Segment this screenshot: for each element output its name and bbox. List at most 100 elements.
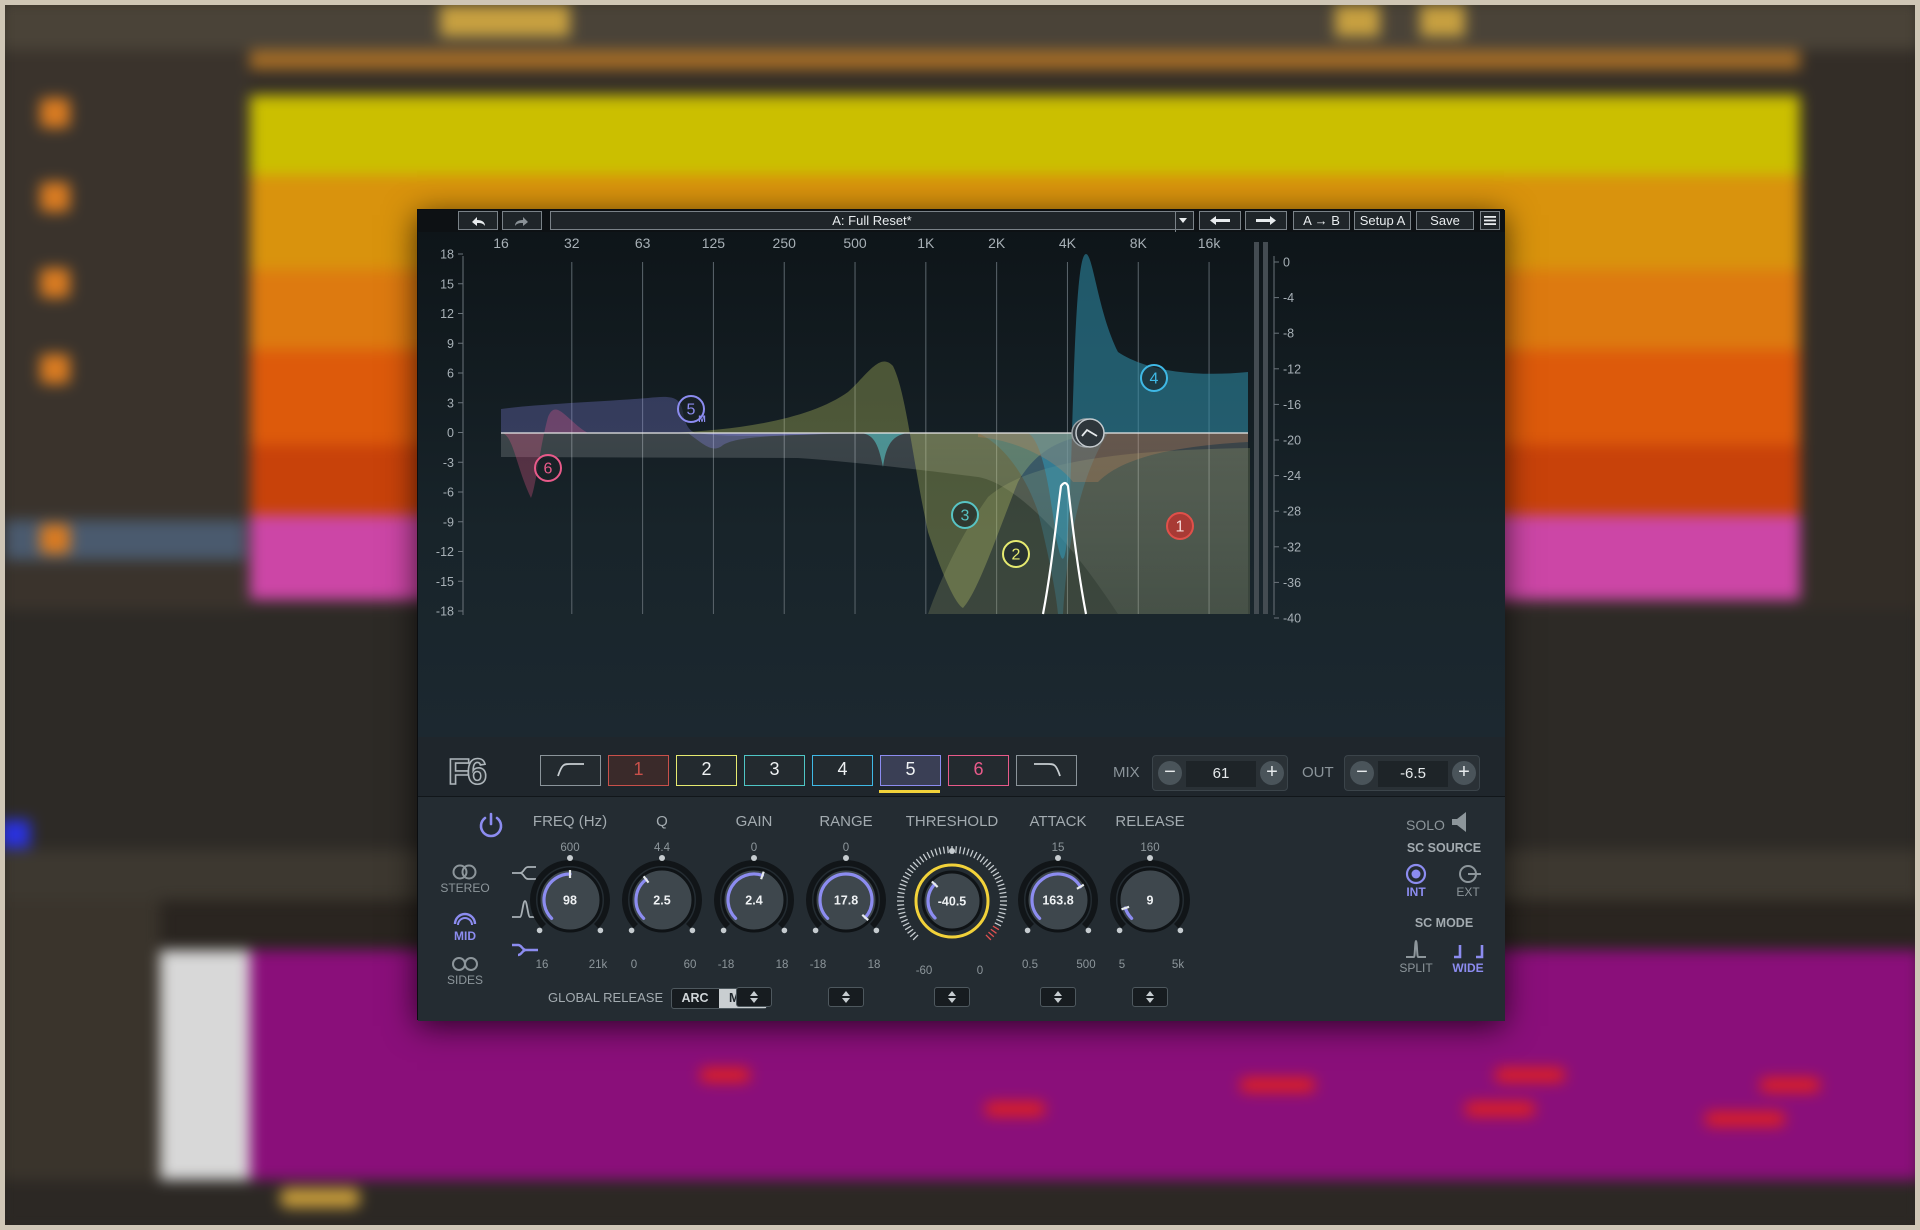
knob-max-dot bbox=[597, 927, 604, 934]
mode-stereo-label: STEREO bbox=[440, 881, 490, 895]
mode-mid[interactable]: MID bbox=[440, 910, 490, 946]
knob-threshold[interactable]: -40.5 bbox=[892, 841, 1012, 966]
setup-a-button[interactable]: Setup A bbox=[1354, 211, 1411, 230]
band-2-button[interactable]: 2 bbox=[676, 755, 737, 786]
dynamic-mode-stepper[interactable] bbox=[828, 987, 864, 1007]
high-cut-button[interactable] bbox=[1016, 755, 1077, 786]
sc-int-button[interactable]: INT bbox=[1396, 863, 1436, 903]
knob-min-dot bbox=[1024, 927, 1031, 934]
threshold-tick bbox=[999, 904, 1007, 906]
dyn-axis-label: -40 bbox=[1283, 612, 1301, 626]
threshold-tick bbox=[926, 851, 931, 859]
gain-axis-label: -12 bbox=[436, 545, 454, 559]
preset-dropdown-icon[interactable] bbox=[1175, 212, 1189, 233]
band-node-6[interactable]: 6 bbox=[534, 454, 562, 482]
undo-button[interactable] bbox=[458, 211, 498, 230]
threshold-tick bbox=[904, 925, 912, 931]
freq-axis-label: 250 bbox=[773, 235, 797, 251]
threshold-tick bbox=[990, 928, 997, 934]
dyn-axis-label: -28 bbox=[1283, 505, 1301, 519]
band-6-button[interactable]: 6 bbox=[948, 755, 1009, 786]
gain-axis-label: 9 bbox=[447, 337, 454, 351]
threshold-tick bbox=[898, 911, 906, 915]
sc-source-label: SC SOURCE bbox=[1406, 841, 1482, 855]
eq-curve-display[interactable]: 16 32 63 125 250 500 1K 2K 4K 8K 16k 1815129630-3-… bbox=[418, 232, 1505, 737]
dynamic-mode-stepper[interactable] bbox=[934, 987, 970, 1007]
out-decrease-button[interactable]: − bbox=[1350, 761, 1374, 785]
dynamic-mode-stepper[interactable] bbox=[736, 987, 772, 1007]
threshold-tick bbox=[966, 848, 970, 856]
mode-sides[interactable]: SIDES bbox=[440, 955, 490, 991]
threshold-tick bbox=[999, 891, 1007, 895]
preset-name: A: Full Reset* bbox=[832, 213, 912, 228]
band-node-4[interactable]: 4 bbox=[1140, 364, 1168, 392]
band-node-5[interactable]: 5M bbox=[677, 395, 706, 424]
knob-q[interactable]: 2.5 bbox=[612, 850, 712, 955]
preset-selector[interactable]: A: Full Reset* bbox=[550, 211, 1194, 233]
threshold-tick bbox=[999, 907, 1007, 911]
threshold-tick bbox=[997, 883, 1005, 887]
eq-graph[interactable]: 16 32 63 125 250 500 1K 2K 4K 8K 16k 18 15 12 9 6 3 0 -3-… bbox=[418, 232, 1505, 737]
out-value[interactable]: -6.5 bbox=[1378, 761, 1448, 787]
band-node-1-label: 1 bbox=[1176, 519, 1185, 536]
band-3-button[interactable]: 3 bbox=[744, 755, 805, 786]
sc-ext-button[interactable]: EXT bbox=[1448, 863, 1488, 903]
mode-stereo[interactable]: STEREO bbox=[440, 863, 490, 899]
threshold-tick bbox=[992, 925, 1000, 931]
daw-screen: A: Full Reset* A → B Setup A Save 16 32 … bbox=[0, 0, 1920, 1230]
band-1-button[interactable]: 1 bbox=[608, 755, 669, 786]
mix-decrease-button[interactable]: − bbox=[1158, 761, 1182, 785]
dynamic-mode-stepper[interactable] bbox=[1040, 987, 1076, 1007]
mix-stepper[interactable]: − 61 + bbox=[1152, 755, 1288, 791]
band-power-button[interactable] bbox=[476, 810, 506, 840]
band-node-cut-filter[interactable] bbox=[1071, 418, 1105, 448]
dyn-axis-label: -16 bbox=[1283, 398, 1301, 412]
sc-split-label: SPLIT bbox=[1399, 961, 1433, 975]
threshold-tick bbox=[969, 849, 974, 857]
knob-attack[interactable]: 163.8 bbox=[1008, 850, 1108, 955]
mid-ring-icon bbox=[453, 912, 477, 926]
a-to-b-button[interactable]: A → B bbox=[1293, 211, 1350, 230]
mix-increase-button[interactable]: + bbox=[1260, 761, 1284, 785]
arc-option[interactable]: ARC bbox=[672, 989, 718, 1008]
knob-min-label: -60 bbox=[915, 965, 933, 977]
dynamic-mode-stepper[interactable] bbox=[1132, 987, 1168, 1007]
knob-gain[interactable]: 2.4 bbox=[704, 850, 804, 955]
low-cut-button[interactable] bbox=[540, 755, 601, 786]
sc-ext-label: EXT bbox=[1456, 885, 1480, 899]
sc-wide-button[interactable]: WIDE bbox=[1448, 937, 1488, 977]
ext-plug-icon bbox=[1459, 865, 1481, 883]
gain-axis-label: -9 bbox=[443, 515, 454, 529]
threshold-tick bbox=[912, 861, 919, 868]
save-button[interactable]: Save bbox=[1416, 211, 1474, 230]
knob-release[interactable]: 9 bbox=[1100, 850, 1200, 955]
knob-freq-hz[interactable]: 98 bbox=[520, 850, 620, 955]
redo-button[interactable] bbox=[502, 211, 542, 230]
gain-axis-label: -3 bbox=[443, 456, 454, 470]
knob-min-label: -18 bbox=[809, 959, 827, 971]
knob-default-dot bbox=[1147, 855, 1153, 861]
sc-split-button[interactable]: SPLIT bbox=[1396, 937, 1436, 977]
mix-value[interactable]: 61 bbox=[1186, 761, 1256, 787]
out-increase-button[interactable]: + bbox=[1452, 761, 1476, 785]
solo-button[interactable] bbox=[1448, 809, 1474, 835]
band-node-2[interactable]: 2 bbox=[1002, 540, 1030, 568]
knob-range[interactable]: 17.8 bbox=[796, 850, 896, 955]
previous-preset-button[interactable] bbox=[1199, 211, 1241, 230]
preset-toolbar: A: Full Reset* A → B Setup A Save bbox=[418, 210, 1505, 233]
sc-wide-label: WIDE bbox=[1452, 961, 1484, 975]
threshold-tick bbox=[988, 931, 995, 938]
knob-max-dot bbox=[1085, 927, 1092, 934]
gain-axis-label: -6 bbox=[443, 486, 454, 500]
freq-axis-label: 8K bbox=[1130, 235, 1148, 251]
band-4-button[interactable]: 4 bbox=[812, 755, 873, 786]
next-preset-button[interactable] bbox=[1245, 211, 1287, 230]
band-node-3[interactable]: 3 bbox=[951, 501, 979, 529]
threshold-tick bbox=[909, 931, 916, 938]
band-node-1[interactable]: 1 bbox=[1166, 512, 1194, 540]
output-meter-left bbox=[1254, 242, 1259, 614]
out-stepper[interactable]: − -6.5 + bbox=[1344, 755, 1480, 791]
band-5-button[interactable]: 5 bbox=[880, 755, 941, 786]
threshold-tick bbox=[997, 915, 1005, 919]
menu-button[interactable] bbox=[1480, 211, 1500, 230]
